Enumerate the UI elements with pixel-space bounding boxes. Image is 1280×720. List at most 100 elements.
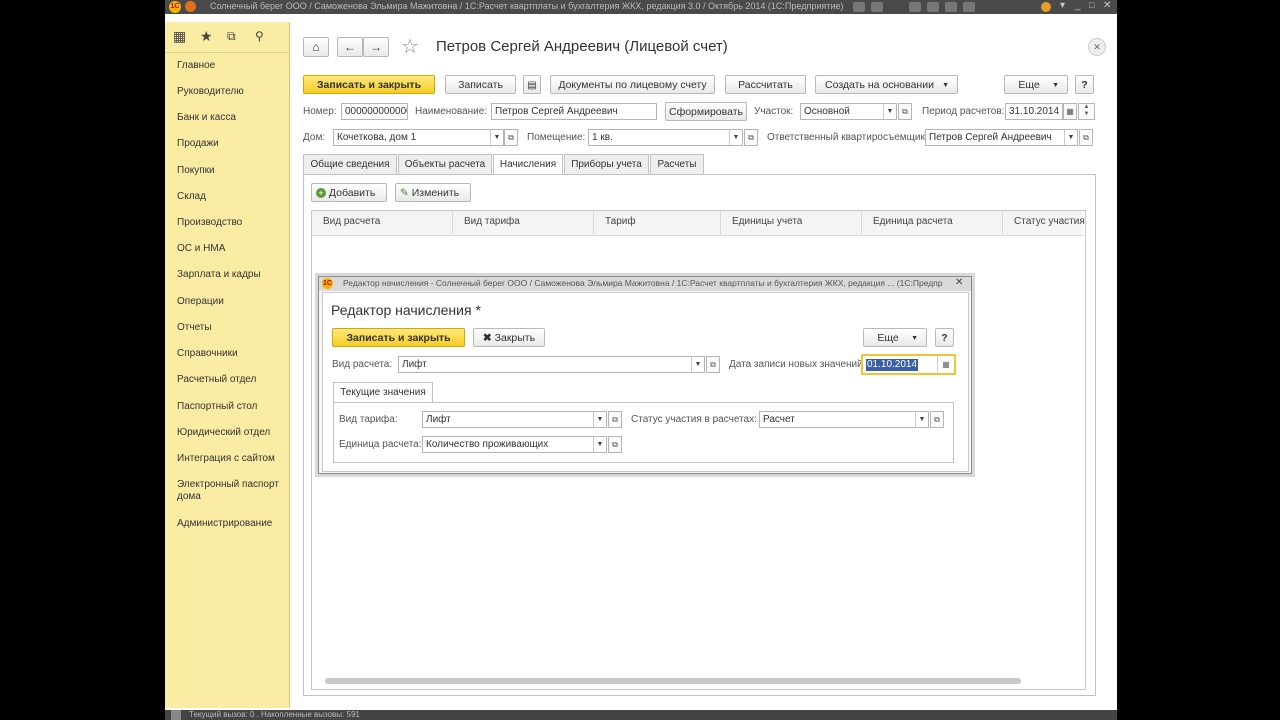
add-button[interactable]: + Добавить [311,183,387,202]
open-icon[interactable]: ⧉ [930,411,944,428]
create-based-button[interactable]: Создать на основании ▼ [815,75,958,94]
open-icon[interactable]: ⧉ [608,411,622,428]
sidebar-item-production[interactable]: Производство [177,217,287,229]
calendar-icon[interactable] [963,2,975,12]
dropdown-arrow-icon[interactable]: ▼ [1064,130,1077,145]
open-icon[interactable]: ⧉ [744,129,758,146]
dialog-save-close-button[interactable]: Записать и закрыть [332,328,465,347]
tariff-type-field[interactable]: Лифт ▼ [422,411,607,428]
close-dialog-icon[interactable]: ✕ [955,277,963,288]
help-button[interactable]: ? [1075,75,1094,94]
house-field[interactable]: Кочеткова, дом 1 ▼ [333,129,504,146]
column-header[interactable]: Единицы учета [732,216,802,227]
column-header[interactable]: Единица расчета [873,216,953,227]
more-button[interactable]: Еще ▼ [1004,75,1068,94]
dropdown-arrow-icon[interactable]: ▼ [593,412,606,427]
sidebar-item-legal[interactable]: Юридический отдел [177,427,287,439]
favorites-icon[interactable] [945,2,957,12]
star-icon[interactable]: ★ [200,28,213,45]
column-header[interactable]: Вид расчета [323,216,380,227]
sidebar-item-sales[interactable]: Продажи [177,138,287,150]
sidebar-item-assets[interactable]: ОС и НМА [177,243,287,255]
close-window-icon[interactable]: ✕ [1103,0,1111,11]
sidebar-item-warehouse[interactable]: Склад [177,191,287,203]
save-close-button[interactable]: Записать и закрыть [303,75,435,94]
favorite-star-icon[interactable]: ☆ [401,34,419,59]
menu-icon[interactable] [185,1,196,12]
info-icon[interactable] [1041,2,1051,12]
section-field[interactable]: Основной ▼ [800,103,897,120]
save-icon[interactable] [853,2,865,12]
grid-icon[interactable]: ▦ [173,28,186,45]
tab-payments[interactable]: Расчеты [650,154,704,174]
dropdown-arrow-icon[interactable]: ▼ [915,412,928,427]
tab-general[interactable]: Общие сведения [303,154,397,174]
save-button[interactable]: Записать [445,75,516,94]
sidebar-item-billing[interactable]: Расчетный отдел [177,374,287,386]
name-field[interactable]: Петров Сергей Андреевич [491,103,657,120]
status-field[interactable]: Расчет ▼ [759,411,929,428]
open-icon[interactable]: ⧉ [1079,129,1093,146]
history-icon[interactable] [909,2,921,12]
column-header[interactable]: Вид тарифа [464,216,520,227]
documents-button[interactable]: Документы по лицевому счету [550,75,715,94]
period-field[interactable]: 31.10.2014 [1005,103,1063,120]
calendar-icon[interactable]: ▦ [937,356,954,373]
date-field[interactable]: 01.10.2014 ▦ [861,354,956,375]
dialog-close-button[interactable]: ✖ Закрыть [473,328,545,347]
sidebar-item-purchases[interactable]: Покупки [177,165,287,177]
horizontal-scrollbar[interactable] [325,678,1021,684]
sidebar-item-manager[interactable]: Руководителю [177,86,287,98]
calc-type-field[interactable]: Лифт ▼ [398,356,705,373]
tab-objects[interactable]: Объекты расчета [398,154,492,174]
sidebar-item-payroll[interactable]: Зарплата и кадры [177,269,287,281]
dropdown-arrow-icon[interactable]: ▼ [691,357,704,372]
tab-current-values[interactable]: Текущие значения [333,382,433,403]
open-icon[interactable]: ⧉ [504,129,518,146]
dropdown-icon[interactable]: ▾ [1060,0,1065,11]
number-field[interactable]: 000000000000 [341,103,408,120]
sidebar-item-passport[interactable]: Паспортный стол [177,401,287,413]
sidebar-item-reports[interactable]: Отчеты [177,322,287,334]
sidebar-item-main[interactable]: Главное [177,60,287,72]
document-icon[interactable] [927,2,939,12]
back-button[interactable]: ← [337,37,363,57]
dialog-help-button[interactable]: ? [935,328,954,347]
search-icon[interactable]: ⚲ [255,29,264,43]
column-header[interactable]: Статус участия [1014,216,1085,227]
sidebar-item-operations[interactable]: Операции [177,296,287,308]
sidebar-item-admin[interactable]: Администрирование [177,518,287,530]
open-icon[interactable]: ⧉ [706,356,720,373]
close-form-icon[interactable]: ✕ [1088,38,1106,56]
dropdown-arrow-icon[interactable]: ▼ [883,104,896,119]
forward-button[interactable]: → [363,37,389,57]
open-icon[interactable]: ⧉ [898,103,912,120]
tab-meters[interactable]: Приборы учета [564,154,649,174]
calculate-button[interactable]: Рассчитать [725,75,806,94]
minimize-icon[interactable]: _ [1075,0,1081,11]
sidebar-item-bank[interactable]: Банк и касса [177,112,287,124]
period-spinner[interactable]: ▲ ▼ [1078,103,1095,120]
edit-button[interactable]: ✎ Изменить [395,183,471,202]
dropdown-arrow-icon[interactable]: ▼ [593,437,606,452]
tenant-field[interactable]: Петров Сергей Андреевич ▼ [925,129,1078,146]
unit-field[interactable]: Количество проживающих ▼ [422,436,607,453]
form-button[interactable]: Сформировать [665,102,747,121]
open-icon[interactable]: ⧉ [608,436,622,453]
column-header[interactable]: Тариф [605,216,636,227]
app-logo-icon[interactable]: 1С [169,1,181,13]
dropdown-arrow-icon[interactable]: ▼ [729,130,742,145]
history-icon[interactable]: ⧉ [227,29,236,44]
maximize-icon[interactable]: □ [1089,0,1094,10]
dropdown-arrow-icon[interactable]: ▼ [490,130,503,145]
dialog-more-button[interactable]: Еще ▼ [863,328,927,347]
tab-charges[interactable]: Начисления [493,154,563,175]
sidebar-item-site[interactable]: Интеграция с сайтом [177,453,287,465]
home-button[interactable]: ⌂ [303,37,329,57]
room-field[interactable]: 1 кв. ▼ [588,129,743,146]
print-icon[interactable] [871,2,883,12]
calendar-icon[interactable]: ▦ [1063,103,1077,120]
report-button[interactable]: ▤ [523,75,541,94]
sidebar-item-house-passport[interactable]: Электронный паспорт дома [177,479,282,503]
sidebar-item-catalogs[interactable]: Справочники [177,348,287,360]
